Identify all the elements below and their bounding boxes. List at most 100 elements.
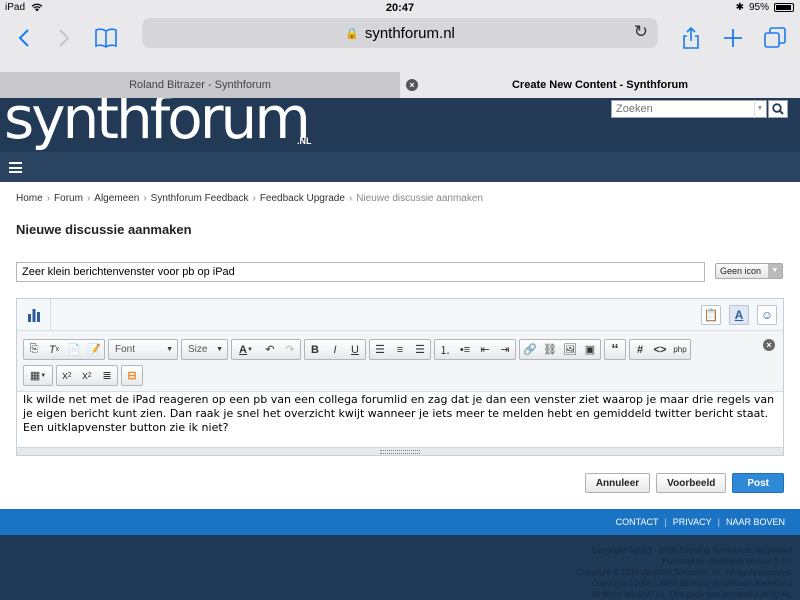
table-group: ▦ ▼ bbox=[23, 365, 53, 386]
size-dropdown[interactable]: Size ▼ bbox=[181, 339, 228, 360]
ios-status-bar: iPad 20:47 ✱ 95% bbox=[0, 0, 800, 16]
insert-group: 🔗 ⛓ 🖼 ▣ bbox=[519, 339, 601, 360]
close-icon[interactable]: × bbox=[763, 339, 775, 351]
clock: 20:47 bbox=[385, 2, 415, 14]
align-center-icon[interactable]: ≡ bbox=[390, 340, 410, 359]
italic-icon[interactable]: I bbox=[325, 340, 345, 359]
site-logo[interactable]: synthforum bbox=[4, 98, 311, 152]
subscript-icon[interactable]: x2 bbox=[57, 366, 77, 385]
breadcrumb-synthforum-feedback[interactable]: Synthforum Feedback bbox=[151, 193, 249, 204]
undo-icon[interactable]: ↶ bbox=[260, 340, 280, 359]
reload-icon[interactable]: ↻ bbox=[634, 22, 648, 42]
tabs-button[interactable] bbox=[761, 24, 789, 52]
site-header: synthforum .NL ▼ bbox=[0, 98, 800, 152]
icon-select-value: Geen icon bbox=[720, 266, 762, 276]
footer-link-privacy[interactable]: PRIVACY bbox=[673, 517, 712, 527]
code-icon[interactable]: <> bbox=[650, 340, 670, 359]
bullet-list-icon[interactable]: •≡ bbox=[455, 340, 475, 359]
chevron-down-icon: ▼ bbox=[216, 346, 223, 353]
bold-icon[interactable]: B bbox=[305, 340, 325, 359]
icon-select[interactable]: Geen icon ▼ bbox=[715, 263, 783, 279]
text-a-icon: A bbox=[734, 308, 744, 322]
status-right: ✱ 95% bbox=[736, 2, 794, 13]
message-body[interactable]: Ik wilde net met de iPad reageren op een… bbox=[17, 391, 783, 447]
breadcrumb: Home › Forum › Algemeen › Synthforum Feedba… bbox=[16, 193, 483, 204]
preview-button[interactable]: Voorbeeld bbox=[656, 473, 727, 493]
indent-icon[interactable]: ⇥ bbox=[495, 340, 515, 359]
redo-icon[interactable]: ↷ bbox=[280, 340, 300, 359]
form-actions: Annuleer Voorbeeld Post bbox=[584, 473, 784, 493]
tab-create-new-content[interactable]: × Create New Content - Synthforum bbox=[400, 72, 800, 98]
superscript-icon[interactable]: x2 bbox=[77, 366, 97, 385]
outdent-icon[interactable]: ⇤ bbox=[475, 340, 495, 359]
close-icon[interactable]: × bbox=[406, 79, 418, 91]
breadcrumb-forum[interactable]: Forum bbox=[54, 193, 83, 204]
poll-button[interactable] bbox=[17, 299, 51, 331]
post-button[interactable]: Post bbox=[732, 473, 784, 493]
subject-input[interactable]: Zeer klein berichtenvenster voor pb op i… bbox=[16, 262, 705, 282]
bluetooth-icon: ✱ bbox=[735, 2, 744, 13]
cancel-button[interactable]: Annuleer bbox=[584, 473, 651, 493]
bar-chart-icon bbox=[27, 309, 40, 322]
breadcrumb-feedback-upgrade[interactable]: Feedback Upgrade bbox=[260, 193, 345, 204]
video-icon[interactable]: ▣ bbox=[580, 340, 600, 359]
tab-title: Create New Content - Synthforum bbox=[511, 79, 688, 91]
breadcrumb-algemeen[interactable]: Algemeen bbox=[94, 193, 139, 204]
bookmarks-button[interactable] bbox=[92, 24, 120, 52]
page-break-icon[interactable]: ⊟ bbox=[122, 366, 142, 385]
breadcrumb-separator: › bbox=[46, 193, 51, 204]
copyright-line: Powered by vBulletin® Version 5.4.3 bbox=[662, 557, 792, 566]
plus-icon bbox=[724, 29, 742, 47]
menu-icon[interactable] bbox=[9, 162, 22, 173]
font-dropdown[interactable]: Font ▼ bbox=[108, 339, 178, 360]
horizontal-rule-icon[interactable]: ≣ bbox=[97, 366, 117, 385]
back-button[interactable] bbox=[10, 24, 38, 52]
quote-icon[interactable]: “ bbox=[605, 340, 625, 359]
php-icon[interactable]: php bbox=[670, 340, 690, 359]
align-left-icon[interactable]: ☰ bbox=[370, 340, 390, 359]
text-format-button[interactable]: A bbox=[729, 305, 749, 325]
breadcrumb-home[interactable]: Home bbox=[16, 193, 43, 204]
grip-icon bbox=[380, 450, 420, 454]
address-bar[interactable]: 🔒 synthforum.nl ↻ bbox=[142, 18, 658, 48]
format-toolbar-row-2: ▦ ▼ x2 x2 ≣ ⊟ bbox=[23, 365, 143, 386]
forward-button[interactable] bbox=[50, 24, 78, 52]
breadcrumb-separator: › bbox=[252, 193, 256, 204]
search-input[interactable] bbox=[611, 100, 767, 118]
browser-tabs: Roland Bitrazer - Synthforum × Create Ne… bbox=[0, 72, 800, 98]
search-dropdown-icon[interactable]: ▼ bbox=[754, 100, 765, 118]
tab-roland-bitrazer[interactable]: Roland Bitrazer - Synthforum bbox=[0, 72, 400, 98]
font-dropdown-label: Font bbox=[115, 344, 136, 355]
table-icon[interactable]: ▦ ▼ bbox=[24, 366, 52, 385]
numbered-list-icon[interactable]: ⒈ bbox=[435, 340, 455, 359]
paste-text-icon[interactable]: 📄 bbox=[64, 340, 84, 359]
footer-link-top[interactable]: NAAR BOVEN bbox=[726, 517, 785, 527]
source-icon[interactable]: ⎘ bbox=[24, 340, 44, 359]
smiley-icon: ☺ bbox=[760, 308, 774, 322]
hashtag-icon[interactable]: # bbox=[630, 340, 650, 359]
search-box: ▼ bbox=[611, 100, 788, 118]
footer-link-contact[interactable]: CONTACT bbox=[616, 517, 659, 527]
list-group: ⒈ •≡ ⇤ ⇥ bbox=[434, 339, 516, 360]
paste-word-icon[interactable]: 📝 bbox=[84, 340, 104, 359]
resize-handle[interactable] bbox=[17, 447, 783, 455]
remove-format-icon[interactable]: Tx bbox=[44, 340, 64, 359]
image-icon[interactable]: 🖼 bbox=[560, 340, 580, 359]
link-icon[interactable]: 🔗 bbox=[520, 340, 540, 359]
align-right-icon[interactable]: ☰ bbox=[410, 340, 430, 359]
underline-icon[interactable]: U bbox=[345, 340, 365, 359]
url-text: synthforum.nl bbox=[364, 24, 455, 42]
book-icon bbox=[95, 28, 117, 48]
attachment-button[interactable]: 📋 bbox=[701, 305, 721, 325]
unlink-icon[interactable]: ⛓ bbox=[540, 340, 560, 359]
smiley-button[interactable]: ☺ bbox=[757, 305, 777, 325]
browser-toolbar: 🔒 synthforum.nl ↻ bbox=[0, 16, 800, 72]
share-button[interactable] bbox=[677, 24, 705, 52]
text-color-icon[interactable]: A ▼ bbox=[232, 340, 260, 359]
search-button[interactable] bbox=[768, 100, 788, 118]
main-navbar bbox=[0, 152, 800, 182]
footer-links: CONTACT | PRIVACY | NAAR BOVEN bbox=[616, 517, 785, 527]
new-tab-button[interactable] bbox=[719, 24, 747, 52]
color-undo-group: A ▼ ↶ ↷ bbox=[231, 339, 301, 360]
footer-separator: | bbox=[664, 517, 667, 527]
